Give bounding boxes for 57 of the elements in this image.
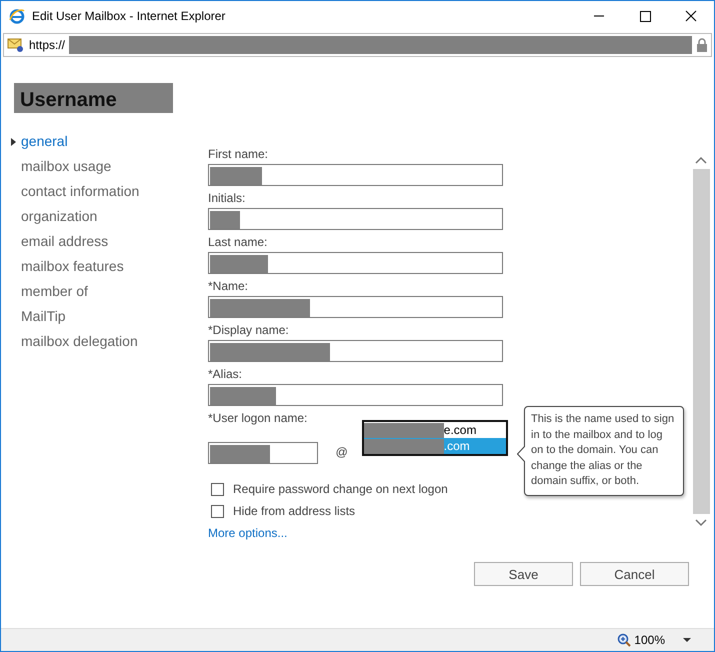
nav-item[interactable]: mailbox usage — [21, 158, 112, 177]
lock-icon — [696, 38, 708, 52]
input-field[interactable] — [208, 252, 503, 274]
nav-item[interactable]: organization — [21, 208, 98, 227]
address-bar[interactable]: https:// — [3, 33, 712, 57]
nav-item[interactable]: mailbox delegation — [21, 333, 138, 352]
url-text: https:// — [29, 38, 66, 52]
input-field[interactable] — [208, 442, 318, 464]
field-label: Initials: — [208, 191, 246, 205]
input-field[interactable] — [208, 208, 503, 230]
window-title: Edit User Mailbox - Internet Explorer — [32, 9, 226, 23]
envelope-gear-icon — [7, 37, 25, 53]
more-options-link[interactable]: More options... — [208, 526, 288, 540]
redaction-bar — [210, 211, 240, 229]
nav-item[interactable]: MailTip — [21, 308, 66, 327]
domain-option[interactable]: e.com — [364, 422, 506, 438]
checkbox[interactable] — [211, 504, 224, 518]
domain-list[interactable]: e.com .com — [362, 420, 508, 456]
input-field[interactable] — [208, 340, 503, 362]
scroll-up-icon[interactable] — [694, 155, 708, 165]
tooltip-pointer — [517, 446, 525, 462]
checkbox-label: Hide from address lists — [233, 504, 356, 518]
field-label: *Alias: — [208, 367, 242, 381]
field-label: Last name: — [208, 235, 268, 249]
zoom-icon[interactable] — [617, 633, 632, 647]
page-heading: Username — [14, 83, 173, 113]
dialog-button[interactable]: Save — [474, 562, 573, 586]
at-sign: @ — [336, 445, 348, 459]
nav-item[interactable]: mailbox features — [21, 258, 124, 277]
tooltip: This is the name used to sign in to the mailbox and to log on to the domain. You can change the alias or the domain suffix, or both. — [524, 406, 684, 496]
field-label: *Name: — [208, 279, 248, 293]
domain-option[interactable]: .com — [364, 438, 506, 454]
redaction-bar — [210, 445, 270, 463]
dialog-button[interactable]: Cancel — [580, 562, 689, 586]
domain-text: .com — [444, 438, 470, 454]
nav-item[interactable]: email address — [21, 233, 108, 252]
scroll-down-icon[interactable] — [694, 518, 708, 528]
input-field[interactable] — [208, 384, 503, 406]
input-field[interactable] — [208, 164, 503, 186]
caret-icon — [11, 138, 16, 146]
redaction-bar — [210, 387, 276, 405]
dropdown-arrow-icon[interactable] — [682, 637, 692, 643]
checkbox-label: Require password change on next logon — [233, 482, 448, 496]
nav-item[interactable]: member of — [21, 283, 88, 302]
redaction-bar — [210, 167, 262, 185]
redaction-bar — [210, 255, 268, 273]
domain-text: e.com — [444, 422, 476, 438]
field-label: *Display name: — [208, 323, 289, 337]
field-label: *User logon name: — [208, 411, 308, 425]
field-label: First name: — [208, 147, 268, 161]
zoom-level[interactable]: 100% — [634, 633, 665, 647]
nav-item[interactable]: general — [21, 133, 68, 152]
checkbox[interactable] — [211, 482, 224, 496]
nav-item[interactable]: contact information — [21, 183, 140, 202]
browser-logo-icon — [9, 8, 25, 24]
scrollbar-thumb[interactable] — [692, 169, 710, 514]
input-field[interactable] — [208, 296, 503, 318]
